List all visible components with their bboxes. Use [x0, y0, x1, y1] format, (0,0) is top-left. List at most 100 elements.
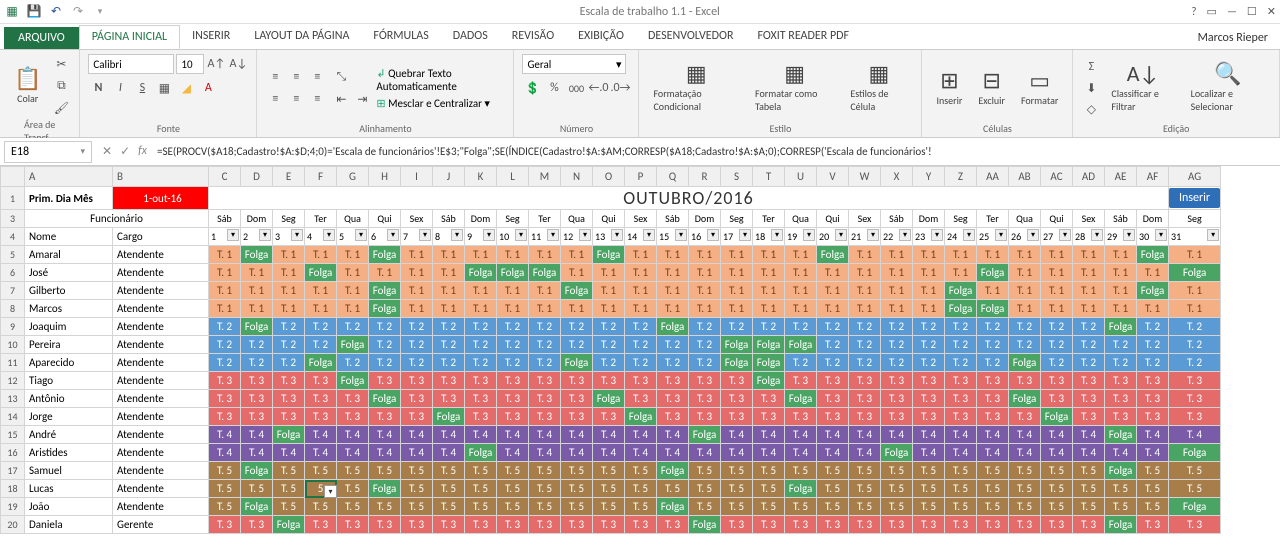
- cell-day-header[interactable]: Dom: [689, 210, 721, 228]
- redo-icon[interactable]: ↷: [70, 4, 86, 20]
- cell-shift[interactable]: T. 5: [1105, 498, 1137, 516]
- cell-shift[interactable]: T. 4: [1105, 444, 1137, 462]
- cell-day-number[interactable]: 14: [625, 228, 657, 246]
- cell-shift[interactable]: T. 4: [625, 426, 657, 444]
- cell-shift[interactable]: T. 3: [497, 516, 529, 534]
- cell-role[interactable]: Atendente: [113, 354, 209, 372]
- cell-shift[interactable]: T. 3: [1137, 390, 1169, 408]
- cell-shift[interactable]: T. 1: [1009, 282, 1041, 300]
- cell-day-header[interactable]: Qui: [593, 210, 625, 228]
- cell-shift[interactable]: T. 5: [1137, 480, 1169, 498]
- cell-shift[interactable]: T. 3: [337, 390, 369, 408]
- cell-shift[interactable]: T. 2: [497, 336, 529, 354]
- row-header[interactable]: 11: [1, 354, 25, 372]
- column-header[interactable]: R: [689, 167, 721, 187]
- cell-shift[interactable]: T. 2: [977, 354, 1009, 372]
- cell-day-number[interactable]: 2: [241, 228, 273, 246]
- cell-shift[interactable]: T. 3: [625, 372, 657, 390]
- cell-shift[interactable]: T. 4: [241, 426, 273, 444]
- cell-shift[interactable]: T. 4: [721, 444, 753, 462]
- cell-shift[interactable]: T. 4: [337, 444, 369, 462]
- cell-shift[interactable]: T. 5: [785, 498, 817, 516]
- cell-month-title[interactable]: OUTUBRO/2016: [209, 187, 1169, 210]
- cell-day-header[interactable]: Sex: [849, 210, 881, 228]
- cell-shift[interactable]: T. 1: [1041, 264, 1073, 282]
- cell-shift[interactable]: T. 3: [593, 372, 625, 390]
- cell-day-number[interactable]: 1: [209, 228, 241, 246]
- cell-shift[interactable]: T. 5: [753, 480, 785, 498]
- cell-day-number[interactable]: 31: [1169, 228, 1221, 246]
- cell-shift[interactable]: T. 3: [689, 408, 721, 426]
- cell-shift[interactable]: T. 2: [625, 318, 657, 336]
- cell-shift[interactable]: T. 3: [977, 390, 1009, 408]
- cell-shift[interactable]: T. 3: [497, 408, 529, 426]
- cell-shift[interactable]: T. 4: [465, 426, 497, 444]
- cell-shift[interactable]: T. 3: [1041, 516, 1073, 534]
- column-header[interactable]: P: [625, 167, 657, 187]
- cell-shift[interactable]: Folga: [1137, 246, 1169, 264]
- cell-day-header[interactable]: Ter: [753, 210, 785, 228]
- cell-day-header[interactable]: Dom: [1137, 210, 1169, 228]
- cell-shift[interactable]: T. 2: [689, 354, 721, 372]
- cell-role[interactable]: Atendente: [113, 390, 209, 408]
- row-header[interactable]: 6: [1, 264, 25, 282]
- cell-shift[interactable]: T. 1: [273, 282, 305, 300]
- cell-shift[interactable]: T. 2: [849, 336, 881, 354]
- cell-shift[interactable]: Folga: [657, 498, 689, 516]
- cell-shift[interactable]: T. 5: [273, 480, 305, 498]
- cell-shift[interactable]: T. 1: [337, 300, 369, 318]
- cell-shift[interactable]: T. 5: [529, 480, 561, 498]
- cell-shift[interactable]: T. 4: [305, 426, 337, 444]
- cell-shift[interactable]: T. 4: [1041, 444, 1073, 462]
- cell-shift[interactable]: Folga: [1105, 516, 1137, 534]
- cell-shift[interactable]: T. 1: [817, 300, 849, 318]
- account-user[interactable]: Marcos Rieper: [1186, 27, 1280, 49]
- cell-shift[interactable]: T. 4: [497, 444, 529, 462]
- cell-day-header[interactable]: Qua: [1009, 210, 1041, 228]
- cell-shift[interactable]: T. 1: [241, 282, 273, 300]
- cell-shift[interactable]: Folga: [305, 354, 337, 372]
- cell-shift[interactable]: T. 4: [209, 426, 241, 444]
- cell-shift[interactable]: T. 5: [529, 462, 561, 480]
- cell-shift[interactable]: T. 2: [369, 336, 401, 354]
- cell-shift[interactable]: T. 5: [625, 498, 657, 516]
- cell-shift[interactable]: T. 1: [561, 264, 593, 282]
- font-family-select[interactable]: Calibri: [88, 54, 174, 74]
- cell-shift[interactable]: T. 2: [401, 354, 433, 372]
- cell-day-header[interactable]: Dom: [465, 210, 497, 228]
- cell-shift[interactable]: T. 3: [1009, 408, 1041, 426]
- cell-shift[interactable]: T. 4: [593, 426, 625, 444]
- cell-shift[interactable]: Folga: [753, 372, 785, 390]
- column-header[interactable]: AA: [977, 167, 1009, 187]
- cell-shift[interactable]: T. 1: [1009, 300, 1041, 318]
- cell-day-number[interactable]: 24: [945, 228, 977, 246]
- cell-shift[interactable]: T. 1: [465, 246, 497, 264]
- cell-shift[interactable]: T. 3: [465, 372, 497, 390]
- cell-shift[interactable]: T. 2: [785, 354, 817, 372]
- cell-shift[interactable]: T. 5: [785, 462, 817, 480]
- cell-shift[interactable]: T. 5: [881, 498, 913, 516]
- cell-role[interactable]: Atendente: [113, 462, 209, 480]
- cell-shift[interactable]: T. 2: [1009, 336, 1041, 354]
- cell-day-number[interactable]: 20: [817, 228, 849, 246]
- cell[interactable]: Nome: [25, 228, 113, 246]
- cell-shift[interactable]: T. 1: [881, 264, 913, 282]
- cell-shift[interactable]: T. 1: [305, 300, 337, 318]
- align-bottom-icon[interactable]: ≡: [307, 67, 327, 87]
- cell-shift[interactable]: T. 1: [337, 282, 369, 300]
- cell-shift[interactable]: T. 2: [1073, 336, 1105, 354]
- column-header[interactable]: AG: [1169, 167, 1221, 187]
- cell-day-number[interactable]: 10: [497, 228, 529, 246]
- align-right-icon[interactable]: ≡: [307, 89, 327, 109]
- cell-day-number[interactable]: 4: [305, 228, 337, 246]
- file-tab[interactable]: ARQUIVO: [4, 27, 79, 49]
- cell-shift[interactable]: Folga: [977, 300, 1009, 318]
- cell-shift[interactable]: Folga: [593, 246, 625, 264]
- column-header[interactable]: D: [241, 167, 273, 187]
- cell-day-number[interactable]: 23: [913, 228, 945, 246]
- cut-icon[interactable]: ✂: [51, 54, 71, 74]
- cell-shift[interactable]: T. 3: [305, 408, 337, 426]
- font-size-select[interactable]: 10: [176, 54, 204, 74]
- cell-shift[interactable]: T. 2: [465, 354, 497, 372]
- underline-button[interactable]: S: [132, 78, 152, 98]
